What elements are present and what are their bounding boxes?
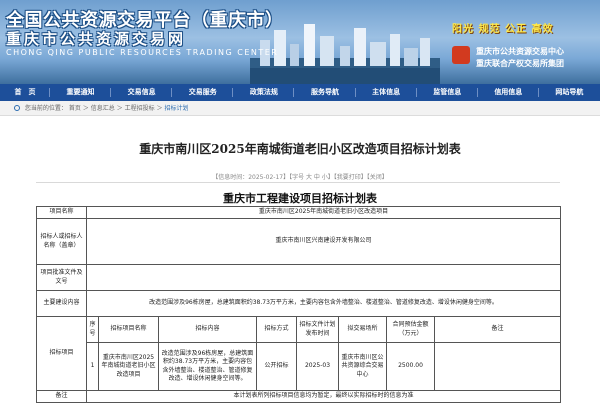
breadcrumb-current[interactable]: 招标计划 — [164, 105, 188, 112]
row-content: 改造范围涉及96栋房屋，总建筑面积约38.73万平方米，主要内容包含外墙整治、楼… — [158, 342, 257, 391]
content-value: 改造范围涉及96栋房屋，总建筑面积约38.73万平方米，主要内容包含外墙整治、楼… — [85, 290, 562, 317]
slogan: 阳光 规范 公正 高效 — [452, 24, 554, 35]
nav-label: 监管信息 — [433, 88, 462, 96]
breadcrumb-separator: ＞ — [82, 105, 89, 112]
org-name-2: 重庆联合产权交易所集团 — [476, 59, 564, 68]
column-header: 招标内容 — [158, 316, 257, 343]
nav-label: 信用信息 — [494, 88, 523, 96]
project-name-value: 重庆市南川区2025年南城街道老旧小区改造项目 — [85, 206, 562, 219]
row-no: 1 — [86, 342, 99, 391]
row-name: 重庆市南川区2025年南城街道老旧小区改造项目 — [98, 342, 159, 391]
content-label: 主要建设内容 — [36, 290, 87, 317]
nav-item-home[interactable]: 首 页 — [0, 84, 50, 101]
breadcrumb-engineering-link[interactable]: 工程招投标 — [125, 105, 155, 112]
table-row: 主要建设内容 改造范围涉及96栋房屋，总建筑面积约38.73万平方米，主要内容包… — [36, 290, 562, 317]
tenderer-value: 重庆市南川区兴南建设开发有限公司 — [85, 218, 562, 265]
row-date: 2025-03 — [296, 342, 339, 391]
nav-label: 主体信息 — [372, 88, 401, 96]
table-row: 招标项目 序号 招标项目名称 招标内容 招标方式 招标文件计划发布时间 拟交易场… — [36, 316, 562, 391]
nav-item-service-guide[interactable]: 服务导航 — [294, 84, 356, 101]
note-value: 本计划表所列招标项目信息均为暂定，最终以实际招标时的信息为准 — [85, 390, 562, 403]
breadcrumb-separator: ＞ — [116, 105, 123, 112]
site-banner: 全国公共资源交易平台（重庆市） 重庆市公共资源交易网 CHONG QING PU… — [0, 0, 600, 84]
nav-label: 重要通知 — [66, 88, 95, 96]
nav-item-policy[interactable]: 政策法规 — [233, 84, 295, 101]
table-row: 招标人或招标人名称（盖章） 重庆市南川区兴南建设开发有限公司 — [36, 218, 562, 265]
row-venue: 重庆市南川区公共资源综合交易中心 — [338, 342, 387, 391]
site-subtitle: 重庆市公共资源交易网 — [6, 30, 187, 48]
nav-label: 交易信息 — [127, 88, 156, 96]
table-row: 备注 本计划表所列招标项目信息均为暂定，最终以实际招标时的信息为准 — [36, 390, 562, 403]
nav-item-trade-info[interactable]: 交易信息 — [111, 84, 173, 101]
location-pin-icon — [14, 105, 20, 111]
main-nav: 首 页 重要通知 交易信息 交易服务 政策法规 服务导航 主体信息 监管信息 信… — [0, 84, 600, 101]
breadcrumb-home-link[interactable]: 首页 — [69, 105, 81, 112]
column-header: 合同预估金额（万元） — [386, 316, 435, 343]
breadcrumb-prefix: 您当前的位置： — [24, 105, 67, 112]
article-meta[interactable]: 【信息时间：2025-02-17】【字号 大 中 小】【我要打印】【关闭】 — [0, 172, 600, 181]
article-title: 重庆市南川区2025年南城街道老旧小区改造项目招标计划表 — [139, 142, 461, 156]
column-header: 序号 — [86, 316, 99, 343]
plan-table: 项目名称 重庆市南川区2025年南城街道老旧小区改造项目 招标人或招标人名称（盖… — [36, 206, 562, 403]
column-header: 招标项目名称 — [98, 316, 159, 343]
tenderer-label: 招标人或招标人名称（盖章） — [36, 218, 87, 265]
breadcrumb: 您当前的位置： 首页 ＞ 信息汇总 ＞ 工程招投标 ＞ 招标计划 — [0, 101, 600, 116]
row-method: 公开招标 — [256, 342, 297, 391]
table-row: 项目名称 重庆市南川区2025年南城街道老旧小区改造项目 — [36, 206, 562, 219]
nav-item-credit[interactable]: 信用信息 — [478, 84, 539, 101]
org-name-1: 重庆市公共资源交易中心 — [476, 47, 564, 56]
site-english-title: CHONG QING PUBLIC RESOURCES TRADING CENT… — [6, 48, 279, 57]
center-logo-icon — [452, 46, 470, 64]
nav-item-site-nav[interactable]: 网站导航 — [539, 84, 600, 101]
nav-label: 网站导航 — [555, 88, 584, 96]
nav-item-entity-info[interactable]: 主体信息 — [356, 84, 417, 101]
column-header: 招标文件计划发布时间 — [296, 316, 339, 343]
nav-item-supervision[interactable]: 监管信息 — [417, 84, 478, 101]
note-label: 备注 — [36, 390, 87, 403]
nav-item-trade-service[interactable]: 交易服务 — [172, 84, 234, 101]
breadcrumb-separator: ＞ — [156, 105, 163, 112]
nav-label: 首 页 — [14, 88, 36, 96]
column-header: 拟交易场所 — [338, 316, 387, 343]
row-remark — [433, 342, 562, 391]
approval-label: 项目批准文件及文号 — [36, 264, 87, 291]
row-amount: 2500.00 — [386, 342, 435, 391]
nav-label: 服务导航 — [310, 88, 339, 96]
nav-label: 政策法规 — [249, 88, 278, 96]
project-name-label: 项目名称 — [36, 206, 87, 219]
column-header: 招标方式 — [256, 316, 297, 343]
nav-label: 交易服务 — [188, 88, 217, 96]
table-row: 1 重庆市南川区2025年南城街道老旧小区改造项目 改造范围涉及96栋房屋，总建… — [37, 342, 562, 391]
divider — [36, 182, 560, 183]
column-header: 备注 — [433, 316, 562, 343]
document-title: 重庆市工程建设项目招标计划表 — [223, 192, 377, 205]
breadcrumb-summary-link[interactable]: 信息汇总 — [91, 105, 115, 112]
approval-value — [85, 264, 562, 291]
plan-label: 招标项目 — [36, 316, 87, 391]
nav-item-notices[interactable]: 重要通知 — [50, 84, 112, 101]
table-row: 项目批准文件及文号 — [36, 264, 562, 291]
